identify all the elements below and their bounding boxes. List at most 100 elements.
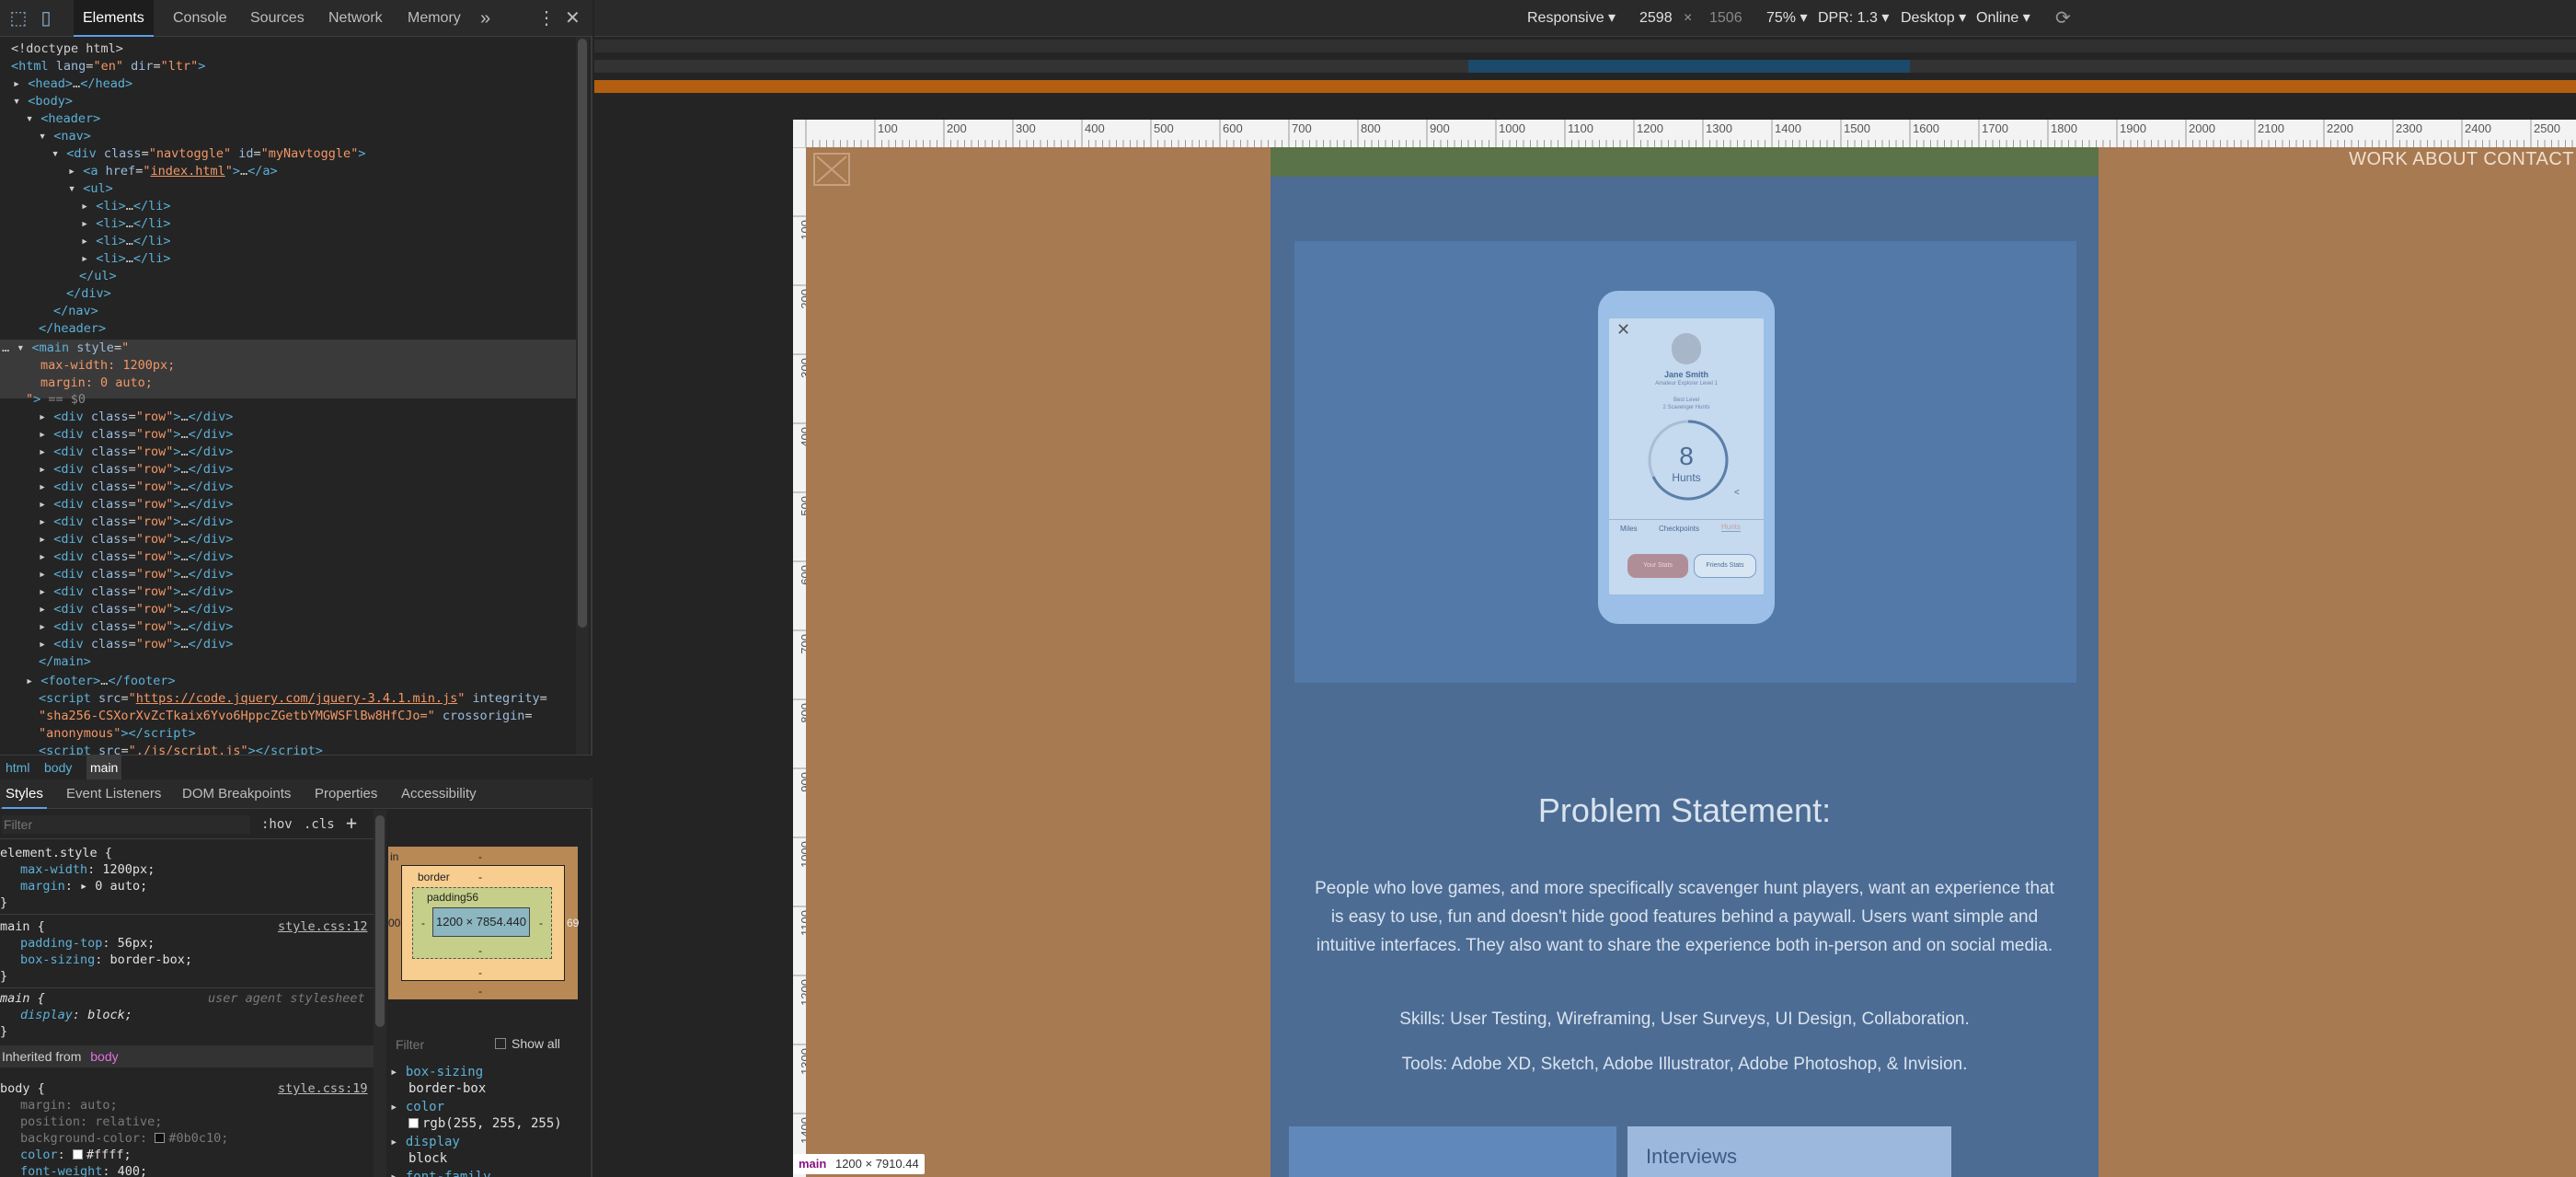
tab-properties[interactable]: Properties [315,779,377,809]
close-icon[interactable]: ✕ [565,0,581,37]
tab-console[interactable]: Console [173,0,227,37]
dom-line[interactable]: ▸ <li>…</li> [81,250,171,268]
site-nav[interactable]: WORK ABOUT CONTACT [2349,149,2574,170]
dom-line[interactable]: ▸ <div class="row">…</div> [39,426,233,444]
style-rule-line[interactable]: background-color: #0b0c10; [20,1130,228,1148]
tab-styles[interactable]: Styles [2,779,47,809]
style-source-link[interactable]: style.css:12 [278,918,368,936]
media-query-bar-max[interactable] [594,40,2576,52]
dom-line[interactable]: ▾ <nav> [39,128,91,145]
dom-line[interactable]: ▸ <footer>…</footer> [26,673,176,690]
dom-line[interactable]: ▾ <body> [13,93,73,110]
dom-line[interactable]: ▸ <div class="row">…</div> [39,461,233,479]
style-rule-line[interactable]: margin: auto; [20,1097,118,1114]
dpr-dropdown[interactable]: DPR: 1.3 ▾ [1818,0,1889,37]
dom-line[interactable]: ▸ <div class="row">…</div> [39,548,233,566]
dom-line-selected[interactable]: max-width: 1200px; [40,357,175,375]
dom-line[interactable]: </ul> [79,268,117,285]
kebab-menu-icon[interactable]: ⋮ [537,0,556,37]
dom-line[interactable]: <script src="https://code.jquery.com/jqu… [39,690,547,708]
media-query-range[interactable] [1468,60,1910,73]
dom-line[interactable]: ▸ <div class="row">…</div> [39,479,233,496]
dom-tree-scrollbar[interactable] [576,37,589,755]
dom-line[interactable]: ▸ <li>…</li> [81,198,171,215]
style-rule-line[interactable]: margin: ▸ 0 auto; [20,878,147,895]
style-rule-line[interactable]: padding-top: 56px; [20,935,155,952]
add-rule-button[interactable]: + [346,812,357,834]
breadcrumb-body[interactable]: body [40,756,75,779]
computed-property[interactable]: ▸ display [390,1134,460,1150]
dom-line[interactable]: ▸ <div class="row">…</div> [39,583,233,601]
media-query-bar-min[interactable] [594,80,2576,93]
device-type-dropdown[interactable]: Desktop ▾ [1901,0,1966,37]
computed-property[interactable]: ▸ font-family [390,1169,491,1177]
dom-line-selected[interactable]: … ▾ <main style=" [2,340,129,357]
tab-sources[interactable]: Sources [250,0,305,37]
tab-elements[interactable]: Elements [74,0,154,37]
zoom-dropdown[interactable]: 75% ▾ [1766,0,1808,37]
dom-line[interactable]: <script src="./js/script.js"></script> [39,743,323,755]
dom-line[interactable]: ▸ <li>…</li> [81,233,171,250]
dom-line[interactable]: ▸ <div class="row">…</div> [39,444,233,461]
scrollbar-thumb[interactable] [578,39,587,628]
style-rule-line[interactable]: position: relative; [20,1114,162,1131]
hover-state-button[interactable]: :hov [261,817,293,832]
computed-property[interactable]: ▸ color [390,1099,444,1115]
dom-line[interactable]: </div> [66,285,111,303]
device-toolbar-icon[interactable]: ▯ [35,7,57,29]
dom-line[interactable]: </header> [39,320,106,338]
tab-accessibility[interactable]: Accessibility [401,779,477,809]
tab-dom-breakpoints[interactable]: DOM Breakpoints [182,779,291,809]
tab-memory[interactable]: Memory [408,0,461,37]
dom-line[interactable]: ▸ <div class="row">…</div> [39,566,233,583]
dom-line[interactable]: <!doctype html> [11,40,123,58]
dom-line-selected[interactable]: "> == $0 [26,391,86,409]
dom-line[interactable]: </nav> [53,303,98,320]
height-field[interactable]: 1506 [1709,0,1742,37]
dom-line[interactable]: ▾ <ul> [68,180,113,198]
dom-line[interactable]: ▸ <div class="row">…</div> [39,618,233,636]
dom-line[interactable]: </main> [39,653,91,671]
box-model-content[interactable]: 1200 × 7854.440 [432,907,530,937]
dom-line[interactable]: ▸ <div class="row">…</div> [39,636,233,653]
tab-event-listeners[interactable]: Event Listeners [66,779,161,809]
style-rule-line[interactable]: font-weight: 400; [20,1163,147,1177]
breadcrumb-main[interactable]: main [86,756,122,779]
class-toggle-button[interactable]: .cls [304,817,335,832]
style-rule-line[interactable]: box-sizing: border-box; [20,952,192,969]
dom-line[interactable]: "sha256-CSXorXvZcTkaix6Yvo6HppcZGetbYMGW… [39,708,532,725]
style-rule-line[interactable]: max-width: 1200px; [20,861,155,879]
dom-line[interactable]: ▸ <div class="row">…</div> [39,409,233,426]
dom-line-selected[interactable]: margin: 0 auto; [40,375,153,392]
styles-scrollbar[interactable] [374,810,386,1177]
inherited-from-tag[interactable]: body [90,1049,118,1064]
dom-line[interactable]: ▸ <head>…</head> [13,75,132,93]
dom-line[interactable]: ▸ <li>…</li> [81,215,171,233]
computed-filter-input[interactable] [396,1034,488,1055]
dom-line[interactable]: ▸ <div class="row">…</div> [39,601,233,618]
dom-line[interactable]: ▾ <header> [26,110,100,128]
dom-line[interactable]: ▸ <div class="row">…</div> [39,496,233,513]
network-throttle-dropdown[interactable]: Online ▾ [1976,0,2030,37]
style-rule-line[interactable]: color: #ffff; [20,1147,132,1164]
dom-line[interactable]: ▸ <a href="index.html">…</a> [68,163,278,180]
logo-icon[interactable] [813,153,850,186]
dom-line[interactable]: ▸ <div class="row">…</div> [39,531,233,548]
computed-property[interactable]: ▸ box-sizing [390,1064,483,1080]
checkbox-icon[interactable] [495,1038,506,1049]
dom-line[interactable]: <html lang="en" dir="ltr"> [11,58,205,75]
responsive-dropdown[interactable]: Responsive ▾ [1527,0,1616,37]
style-source-link[interactable]: style.css:19 [278,1080,368,1098]
styles-filter-input[interactable] [2,815,250,834]
width-field[interactable]: 2598 [1639,0,1673,37]
scrollbar-thumb[interactable] [375,815,385,1027]
dom-line[interactable]: ▾ <div class="navtoggle" id="myNavtoggle… [52,145,365,163]
dom-line[interactable]: ▸ <div class="row">…</div> [39,513,233,531]
rotate-icon[interactable]: ⟳ [2055,0,2071,37]
breadcrumb-html[interactable]: html [2,756,33,779]
show-all-checkbox[interactable]: Show all [495,1036,560,1051]
tab-network[interactable]: Network [328,0,383,37]
dom-line[interactable]: "anonymous"></script> [39,725,196,743]
inspect-element-icon[interactable]: ⬚ [7,7,29,29]
more-tabs-button[interactable]: » [480,0,490,37]
